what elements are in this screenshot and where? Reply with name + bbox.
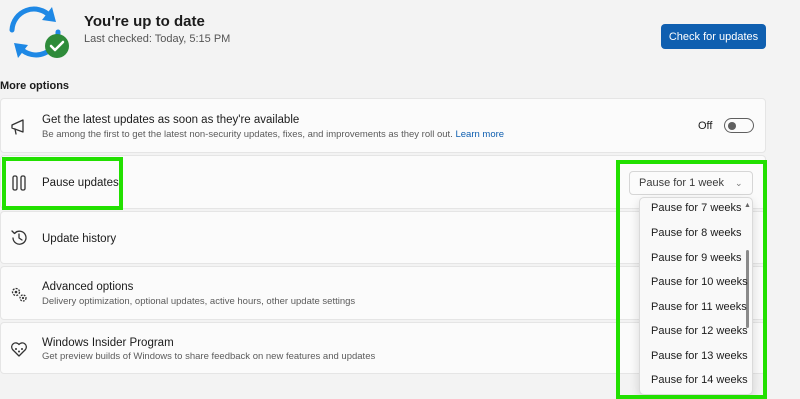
pause-dropdown-highlight	[616, 160, 767, 399]
latest-updates-title: Get the latest updates as soon as they'r…	[42, 114, 300, 126]
insider-heart-icon	[11, 342, 27, 357]
more-options-heading: More options	[0, 80, 70, 92]
latest-updates-desc: Be among the first to get the latest non…	[42, 129, 504, 140]
pause-updates-highlight	[2, 157, 123, 210]
insider-program-title: Windows Insider Program	[42, 337, 174, 349]
update-history-title: Update history	[42, 233, 117, 245]
learn-more-link[interactable]: Learn more	[455, 129, 504, 140]
latest-updates-toggle[interactable]	[724, 118, 754, 133]
history-icon	[11, 230, 27, 245]
last-checked-text: Last checked: Today, 5:15 PM	[84, 33, 231, 45]
latest-updates-card: Get the latest updates as soon as they'r…	[0, 98, 766, 153]
insider-program-desc: Get preview builds of Windows to share f…	[42, 351, 376, 362]
toggle-knob	[728, 121, 736, 130]
advanced-options-desc: Delivery optimization, optional updates,…	[42, 296, 356, 307]
latest-updates-desc-text: Be among the first to get the latest non…	[42, 129, 453, 140]
check-for-updates-button[interactable]: Check for updates	[661, 24, 766, 49]
toggle-state-label: Off	[698, 120, 713, 132]
sync-check-icon	[9, 6, 69, 58]
megaphone-icon	[11, 119, 24, 135]
advanced-options-title: Advanced options	[42, 281, 134, 293]
status-title: You're up to date	[84, 13, 205, 30]
gears-icon	[11, 287, 27, 302]
update-status-header: You're up to date Last checked: Today, 5…	[0, 0, 800, 70]
